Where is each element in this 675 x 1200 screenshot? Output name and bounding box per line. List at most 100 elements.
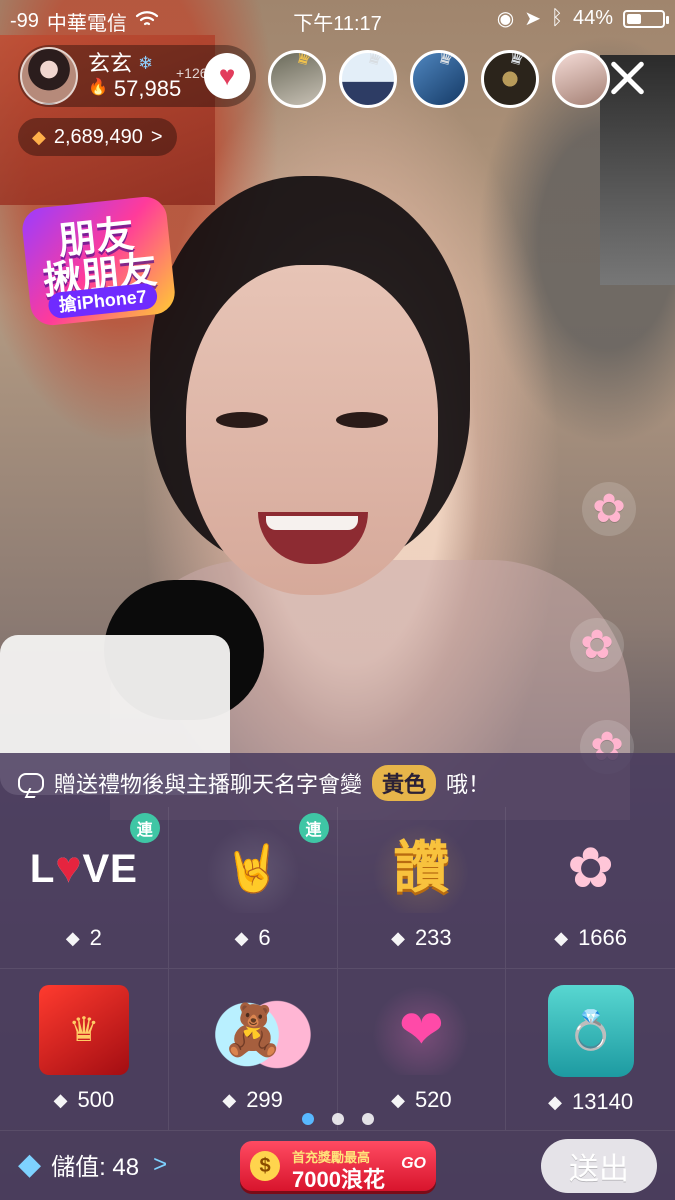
gift-price-value: 2 xyxy=(89,925,102,950)
gift-price: ◆ 13140 xyxy=(548,1089,633,1115)
viewer-avatar[interactable]: ♛ xyxy=(410,50,468,108)
heart-icon: ♥ xyxy=(218,60,236,91)
crown-icon: ♛ xyxy=(292,50,316,71)
gift-price-value: 6 xyxy=(258,925,271,950)
gift-price: ◆ 1666 xyxy=(554,925,627,951)
diamond-icon: ◆ xyxy=(65,927,80,948)
gift-price-value: 13140 xyxy=(571,1089,634,1114)
gift-price-value: 500 xyxy=(77,1087,115,1112)
battery-icon xyxy=(623,9,669,28)
host-followers: 57,985 xyxy=(113,76,182,101)
streamer-teeth xyxy=(266,516,358,530)
first-recharge-promo-button[interactable]: $ 首充獎勵最高 7000浪花 GO xyxy=(240,1141,436,1192)
viewer-avatar[interactable]: ♛ xyxy=(268,50,326,108)
gift-price: ◆ 233 xyxy=(391,925,452,951)
gift-bear-hug: 🧸 xyxy=(192,985,313,1075)
recharge-link[interactable]: ◆ 儲值: 48 > xyxy=(18,1147,167,1182)
live-stream-screen: -99 中華電信 下午11:17 ◉ ➤ ᛒ 44% 玄玄 ❄ 🔥 57,985… xyxy=(0,0,675,1200)
gift-love: L♥VE xyxy=(23,823,144,913)
gift-hint-highlight: 黃色 xyxy=(372,765,437,801)
gift-cell[interactable]: 連 🤘 ◆ 6 xyxy=(168,807,338,969)
sakura-icon: ✿ xyxy=(567,836,615,899)
floating-flower: ✿ xyxy=(570,618,624,672)
host-name: 玄玄 xyxy=(88,50,133,76)
gift-price: ◆ 299 xyxy=(222,1087,283,1113)
gift-hands: 🤘 xyxy=(192,823,313,913)
fire-icon: 🔥 xyxy=(88,79,108,97)
flower-icon: ✿ xyxy=(580,623,614,667)
diamond-icon: ◆ xyxy=(32,126,46,147)
send-button[interactable]: 送出 xyxy=(541,1139,657,1193)
diamond-icon: ◆ xyxy=(554,927,569,948)
viewer-avatar[interactable]: ♛ xyxy=(339,50,397,108)
gift-cell[interactable]: ✿ ◆ 1666 xyxy=(506,807,675,969)
diamond-icon: ◆ xyxy=(53,1089,68,1110)
recharge-arrow: > xyxy=(153,1150,168,1178)
follow-heart-button[interactable]: ♥ xyxy=(204,53,250,99)
promo-line2: 7000浪花 xyxy=(292,1167,385,1192)
gift-zan: 讚 xyxy=(361,823,482,913)
viewer-avatars: ♛ ♛ ♛ ♛ xyxy=(268,50,610,108)
love-icon: L♥VE xyxy=(29,843,138,892)
ring-icon: 💍 xyxy=(566,1010,615,1052)
rotation-lock-icon: ◉ xyxy=(496,8,515,30)
gift-cell[interactable]: 🧸 ◆ 299 xyxy=(168,969,338,1131)
battery-percent: 44% xyxy=(572,7,613,29)
zan-text: 讚 xyxy=(393,836,450,899)
gift-price-value: 233 xyxy=(414,925,452,950)
battery-fill xyxy=(627,13,641,24)
gift-price: ◆ 6 xyxy=(235,925,271,951)
host-meta: 玄玄 ❄ 🔥 57,985 xyxy=(88,52,181,100)
gift-cell[interactable]: 💍 ◆ 13140 xyxy=(506,969,675,1131)
crown-icon: ♛ xyxy=(505,50,529,71)
snowflake-icon: ❄ xyxy=(138,53,154,73)
pager-dot[interactable] xyxy=(361,1113,374,1125)
gift-ring: 💍 xyxy=(547,985,634,1077)
diamond-icon: ◆ xyxy=(391,927,405,948)
gift-red-packet: ♛ xyxy=(38,985,129,1075)
gift-hint-suffix: 哦！ xyxy=(446,772,491,797)
recharge-label: 儲值: 48 xyxy=(51,1154,140,1181)
gift-cell[interactable]: 讚 ◆ 233 xyxy=(337,807,507,969)
promo-go: GO xyxy=(401,1155,426,1172)
streamer-eye-right xyxy=(336,412,388,428)
status-right: ◉ ➤ ᛒ 44% xyxy=(496,6,669,31)
hearts-icon: ❤ xyxy=(398,1000,444,1060)
host-name-row: 玄玄 ❄ xyxy=(88,52,181,75)
gift-hint-prefix: 贈送禮物後與主播聊天名字會變 xyxy=(54,772,363,797)
diamonds-pill[interactable]: ◆ 2,689,490 > xyxy=(18,118,177,156)
host-followers-row: 🔥 57,985 xyxy=(88,77,181,100)
host-info[interactable]: 玄玄 ❄ 🔥 57,985 +1266 ♥ xyxy=(18,45,256,107)
gift-pager xyxy=(0,1113,675,1125)
pager-dot[interactable] xyxy=(331,1113,344,1125)
diamond-icon: ◆ xyxy=(18,1148,42,1181)
bear-icon: 🧸 xyxy=(221,1002,284,1058)
gift-cell[interactable]: 連 L♥VE ◆ 2 xyxy=(0,807,169,969)
crown-icon: ♛ xyxy=(68,1011,100,1049)
hands-icon: 🤘 xyxy=(223,842,282,894)
gift-panel: 贈送禮物後與主播聊天名字會變 黃色 哦！ 連 L♥VE ◆ 2 連 🤘 ◆ 6 … xyxy=(0,753,675,1200)
gift-panel-footer: ◆ 儲值: 48 > $ 首充獎勵最高 7000浪花 GO 送出 xyxy=(0,1131,675,1200)
promo-badge[interactable]: 朋友 揪朋友 搶iPhone7 xyxy=(20,189,178,331)
gift-price: ◆ 2 xyxy=(66,925,102,951)
gift-cell[interactable]: ♛ ◆ 500 xyxy=(0,969,169,1131)
streamer-eye-left xyxy=(216,412,268,428)
close-button[interactable] xyxy=(607,58,647,98)
coin-icon: $ xyxy=(250,1151,280,1181)
gift-cell[interactable]: ❤ ◆ 520 xyxy=(337,969,507,1131)
gift-sakura: ✿ xyxy=(531,823,651,913)
gift-hint: 贈送禮物後與主播聊天名字會變 黃色 哦！ xyxy=(18,765,490,801)
viewer-avatar[interactable]: ♛ xyxy=(481,50,539,108)
gift-price-value: 520 xyxy=(414,1087,452,1112)
gift-grid: 連 L♥VE ◆ 2 連 🤘 ◆ 6 讚 ◆ 233 ✿ ◆ 1666 ♛ ◆ … xyxy=(0,807,675,1131)
diamond-count: 2,689,490 xyxy=(53,125,143,148)
gift-price-value: 299 xyxy=(246,1087,283,1112)
location-arrow-icon: ➤ xyxy=(524,8,541,30)
host-avatar[interactable] xyxy=(20,47,78,105)
pager-dot[interactable] xyxy=(301,1113,314,1125)
diamond-icon: ◆ xyxy=(548,1091,562,1112)
viewer-avatar[interactable] xyxy=(552,50,610,108)
crown-icon: ♛ xyxy=(363,50,387,71)
bluetooth-icon: ᛒ xyxy=(550,7,563,29)
diamond-icon: ◆ xyxy=(234,927,249,948)
